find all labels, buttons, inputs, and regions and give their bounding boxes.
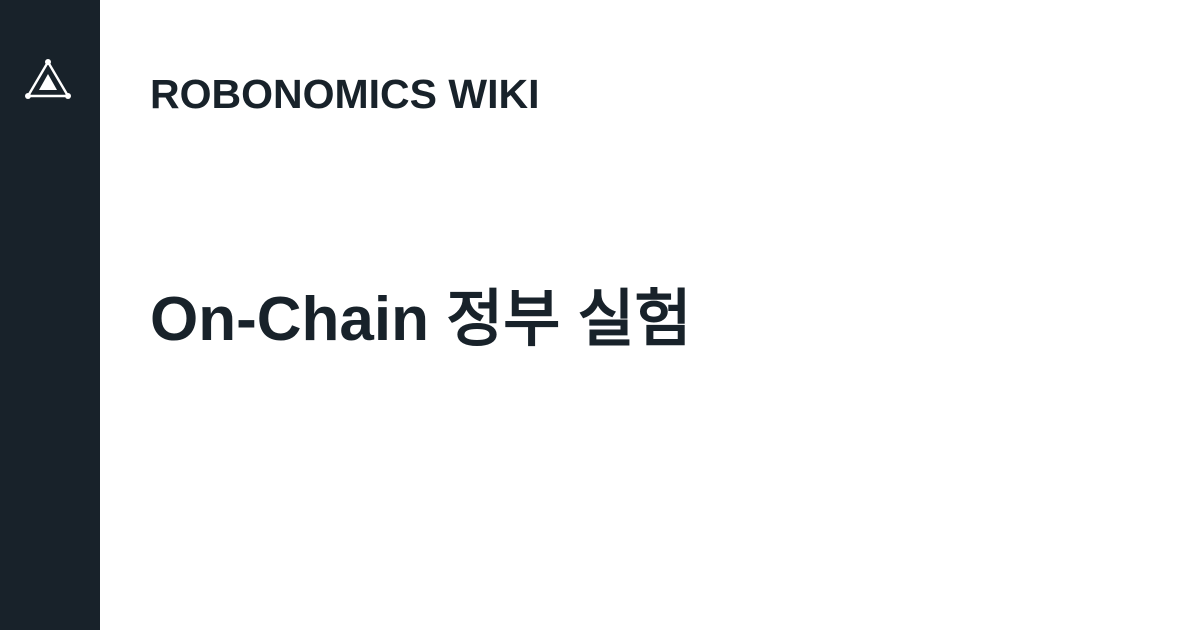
sidebar [0,0,100,630]
robonomics-triangle-logo-icon[interactable] [24,58,72,102]
page-title: On-Chain 정부 실험 [150,285,692,354]
site-name[interactable]: ROBONOMICS WIKI [150,68,539,120]
